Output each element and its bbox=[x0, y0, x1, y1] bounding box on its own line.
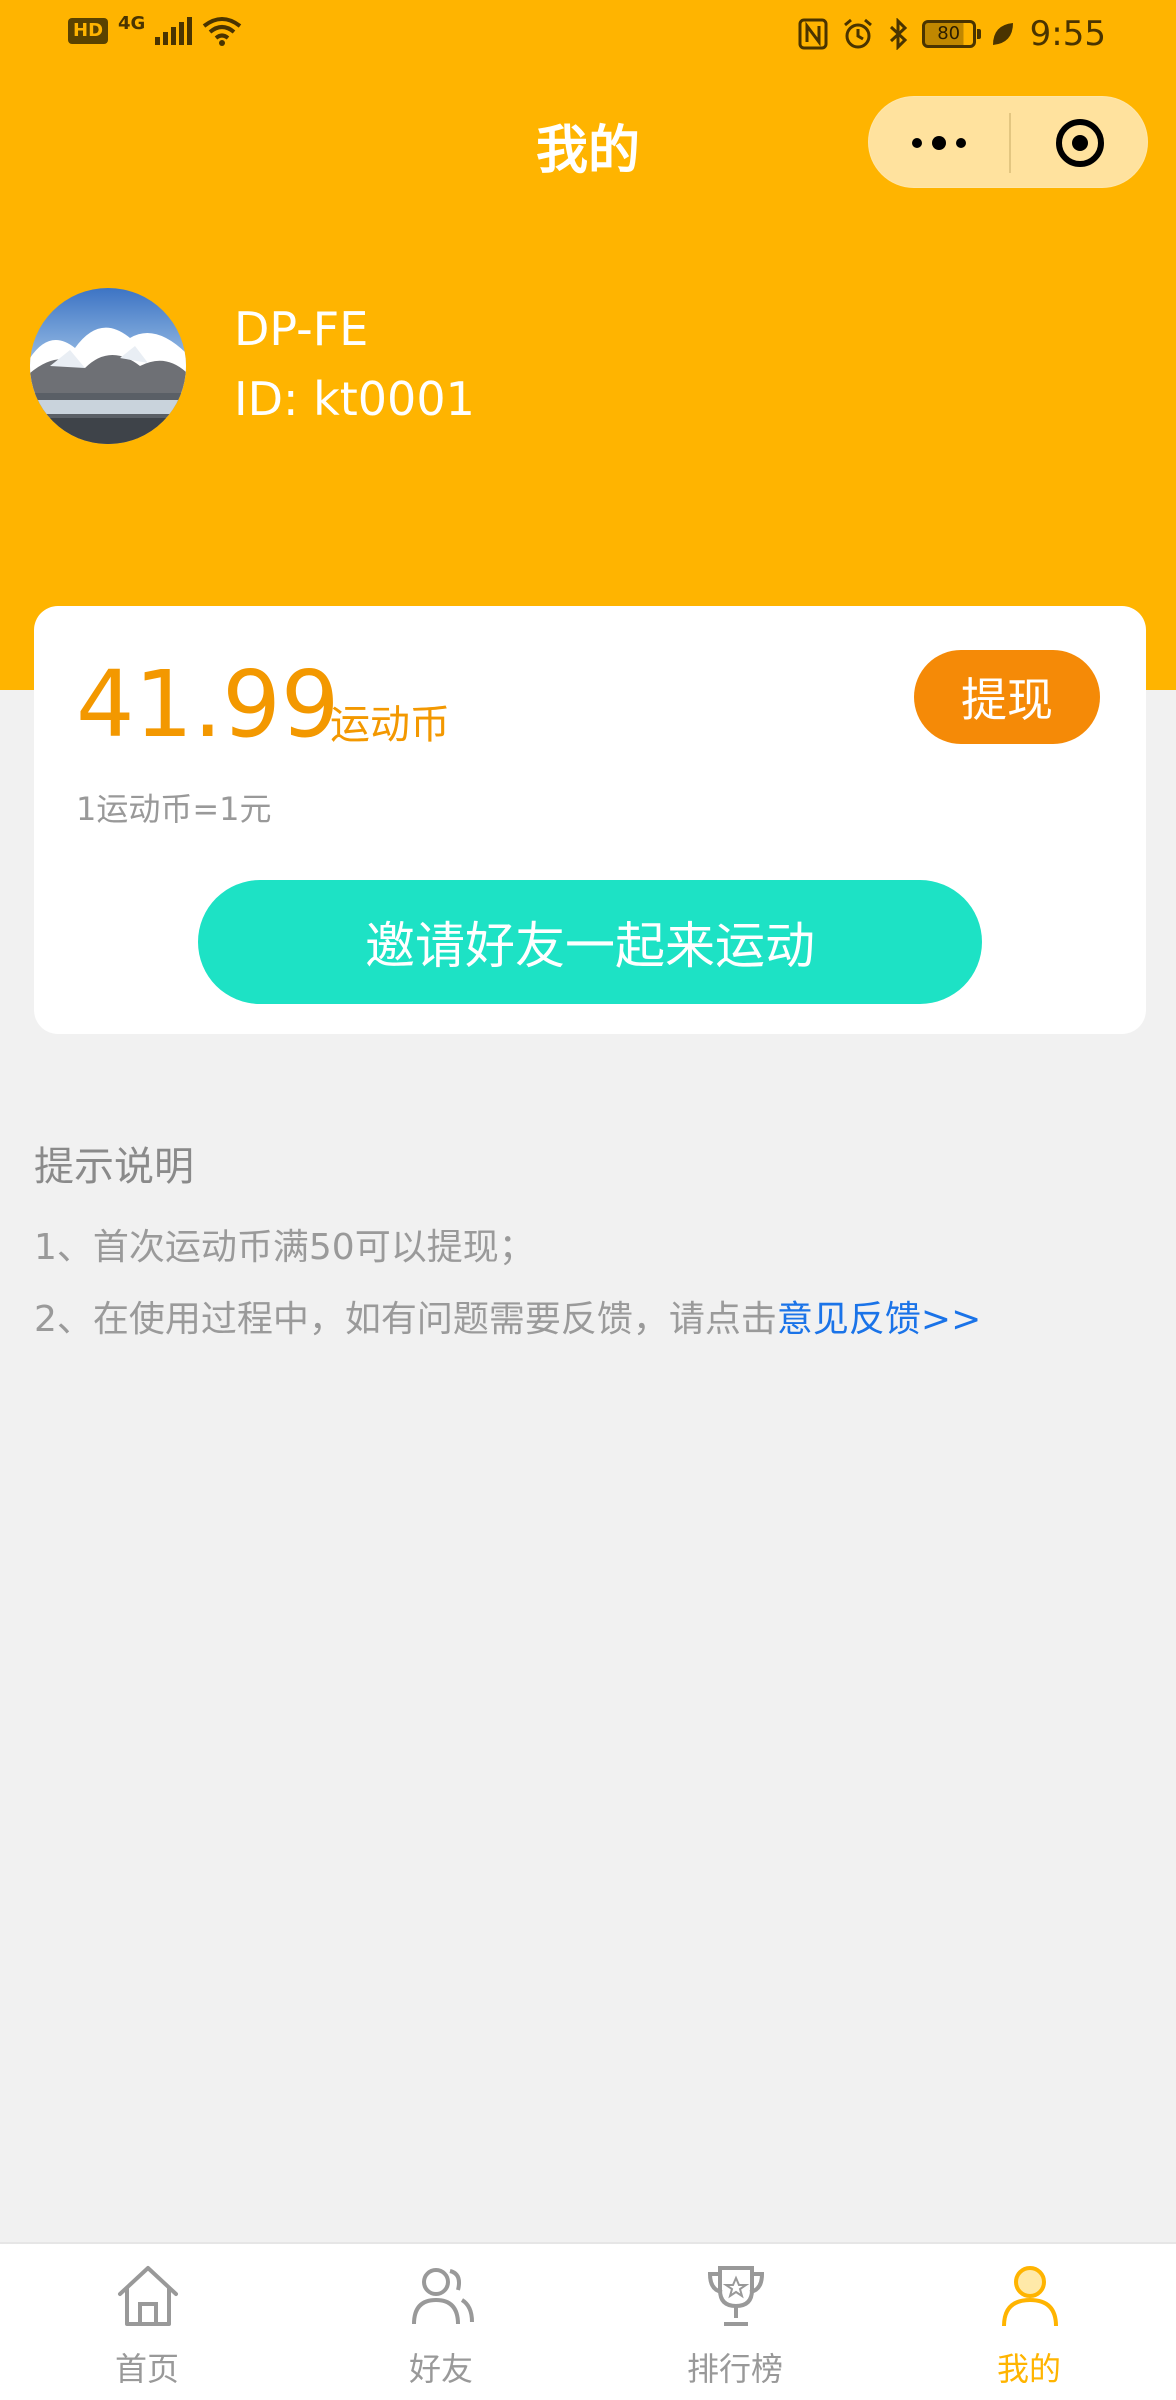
friends-icon bbox=[412, 2268, 474, 2325]
user-icon bbox=[1002, 2266, 1058, 2327]
network-type: 4G bbox=[118, 12, 146, 34]
feedback-link[interactable]: 意见反馈>> bbox=[777, 1299, 981, 1340]
more-dots-icon bbox=[932, 136, 946, 150]
alarm-icon bbox=[843, 18, 872, 49]
home-icon bbox=[118, 2266, 178, 2326]
tab-home[interactable]: 首页 bbox=[0, 2244, 294, 2400]
tab-ranking[interactable]: 排行榜 bbox=[588, 2244, 882, 2400]
target-close-icon bbox=[1056, 119, 1104, 167]
tab-label: 首页 bbox=[114, 2350, 179, 2388]
avatar-image bbox=[30, 288, 186, 444]
tips-title: 提示说明 bbox=[34, 1144, 194, 1190]
more-button[interactable] bbox=[869, 97, 1009, 189]
invite-friends-button[interactable]: 邀请好友一起来运动 bbox=[198, 880, 982, 1004]
trophy-icon bbox=[707, 2266, 765, 2326]
tab-friends[interactable]: 好友 bbox=[294, 2244, 588, 2400]
status-left: HD 4G bbox=[68, 12, 242, 46]
tab-label: 好友 bbox=[408, 2350, 473, 2388]
tip-item: 2、在使用过程中，如有问题需要反馈，请点击意见反馈>> bbox=[34, 1290, 981, 1342]
user-id: ID: kt0001 bbox=[234, 372, 475, 426]
tab-label: 我的 bbox=[996, 2350, 1061, 2388]
hd-badge: HD bbox=[68, 18, 109, 44]
battery-level: 80 bbox=[937, 23, 961, 44]
coin-unit: 运动币 bbox=[330, 702, 450, 748]
leaf-icon bbox=[992, 23, 1013, 45]
status-time: 9:55 bbox=[1029, 14, 1106, 54]
avatar[interactable] bbox=[30, 288, 186, 444]
wallet-card: 41.99 运动币 提现 1运动币=1元 邀请好友一起来运动 bbox=[34, 606, 1146, 1034]
mini-program-capsule bbox=[868, 96, 1148, 188]
tip-text: 2、在使用过程中，如有问题需要反馈，请点击 bbox=[34, 1299, 777, 1340]
status-right: 80 9:55 bbox=[798, 14, 1106, 54]
nfc-icon bbox=[798, 18, 828, 50]
more-dots-icon bbox=[956, 138, 966, 148]
coin-balance: 41.99 bbox=[76, 651, 340, 758]
battery-icon: 80 bbox=[921, 20, 981, 48]
tab-mine[interactable]: 我的 bbox=[882, 2244, 1176, 2400]
bluetooth-icon bbox=[889, 18, 907, 50]
close-button[interactable] bbox=[1011, 97, 1149, 189]
tab-bar: 首页 好友 排行榜 我的 bbox=[0, 2242, 1176, 2400]
user-name: DP-FE bbox=[234, 302, 369, 356]
signal-icon bbox=[155, 17, 193, 45]
exchange-rate-note: 1运动币=1元 bbox=[76, 790, 272, 828]
wifi-icon bbox=[203, 17, 242, 46]
tip-item: 1、首次运动币满50可以提现； bbox=[34, 1227, 535, 1268]
withdraw-button[interactable]: 提现 bbox=[914, 650, 1100, 744]
tab-label: 排行榜 bbox=[686, 2350, 783, 2388]
status-bar: HD 4G 80 9:55 bbox=[0, 0, 1176, 72]
more-dots-icon bbox=[912, 138, 922, 148]
